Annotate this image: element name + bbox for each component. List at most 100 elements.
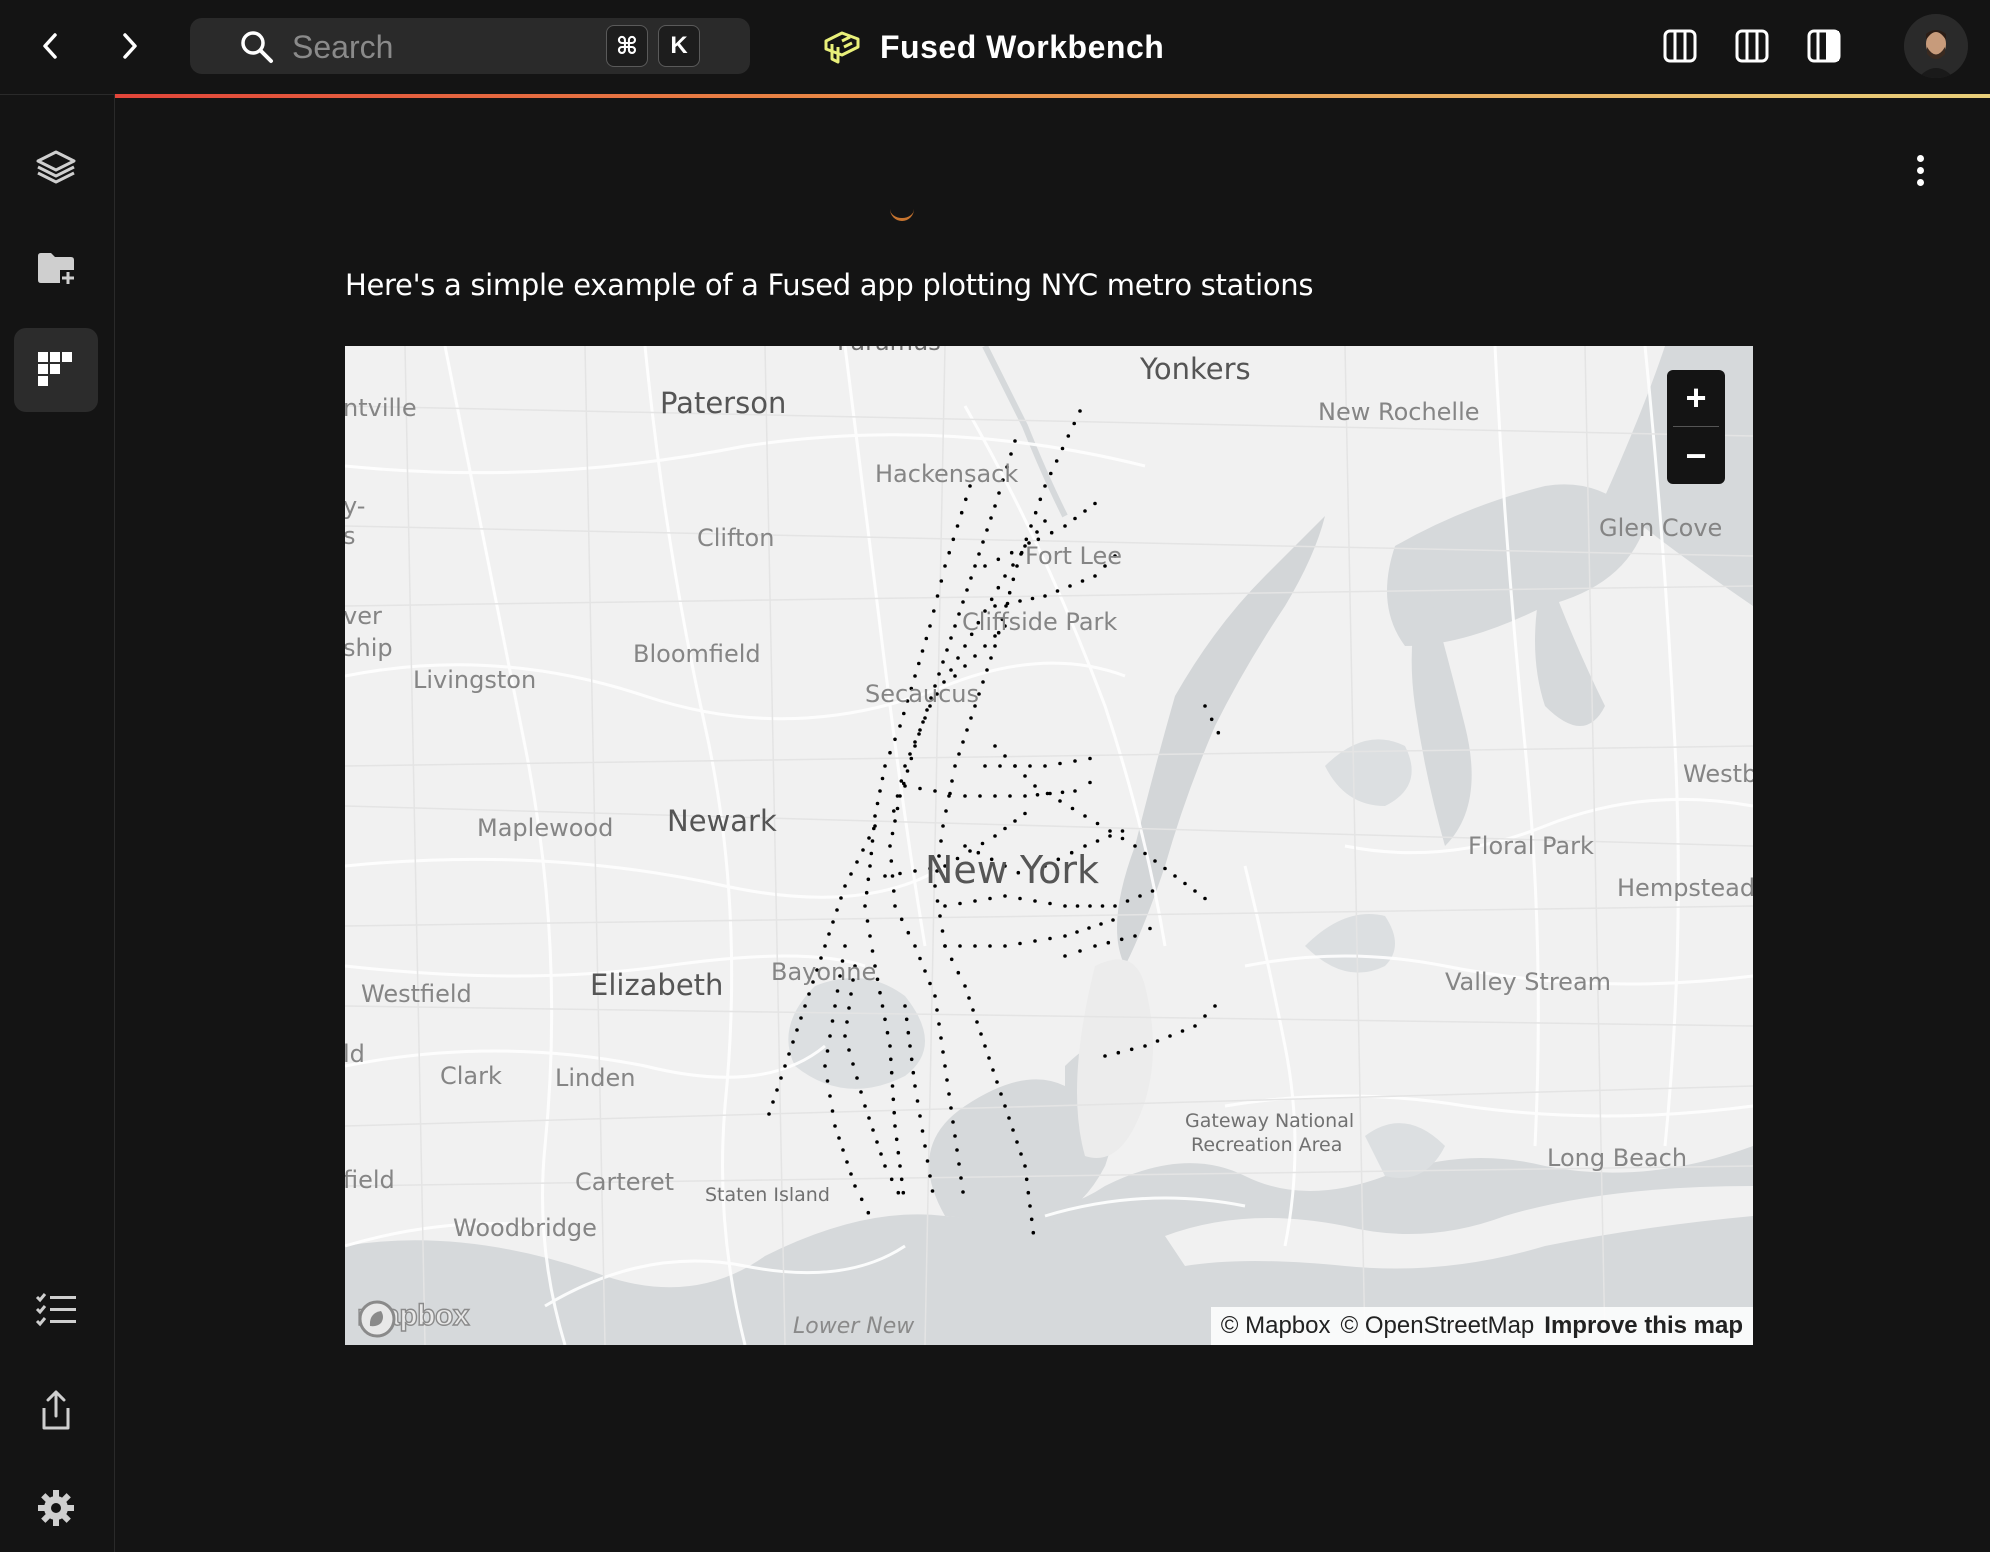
layout-split-panel-button[interactable] xyxy=(1732,26,1772,66)
station-marker xyxy=(935,1008,939,1012)
map-label-westb: Westb xyxy=(1683,760,1753,788)
station-marker xyxy=(993,644,997,648)
station-marker xyxy=(861,848,865,852)
station-marker xyxy=(898,871,902,876)
map-label-floral-park: Floral Park xyxy=(1468,832,1594,860)
station-marker xyxy=(1213,1004,1217,1008)
station-marker xyxy=(901,1190,906,1195)
station-marker xyxy=(1023,1164,1027,1168)
station-marker xyxy=(980,841,985,846)
zoom-out-button[interactable]: − xyxy=(1667,428,1725,484)
station-marker xyxy=(873,824,877,828)
station-marker xyxy=(981,680,985,684)
station-marker xyxy=(831,920,835,924)
station-marker xyxy=(913,740,917,744)
attribution-osm-link[interactable]: © OpenStreetMap xyxy=(1341,1312,1535,1340)
station-marker xyxy=(833,1004,837,1008)
station-marker xyxy=(892,889,896,893)
sidebar-item-tasks[interactable] xyxy=(14,1268,98,1352)
station-marker xyxy=(1095,839,1100,843)
app-brand: Fused Workbench xyxy=(822,22,1164,72)
station-marker xyxy=(945,1078,949,1082)
station-marker xyxy=(1035,793,1040,797)
map-label-new-rochelle: New Rochelle xyxy=(1318,398,1480,426)
station-marker xyxy=(889,1070,894,1075)
station-marker xyxy=(961,740,965,744)
station-marker xyxy=(843,944,847,948)
sidebar-item-apps[interactable] xyxy=(14,328,98,412)
station-marker xyxy=(1066,434,1071,438)
fused-logo-icon xyxy=(824,31,860,64)
map-label-glen-cove: Glen Cove xyxy=(1599,514,1723,542)
station-marker xyxy=(869,851,874,856)
back-button[interactable] xyxy=(25,25,75,67)
chevron-left-icon xyxy=(43,33,57,59)
station-marker xyxy=(870,839,875,843)
improve-map-link[interactable]: Improve this map xyxy=(1544,1312,1743,1340)
layout-left-panel-button[interactable] xyxy=(1660,26,1700,66)
search-bar[interactable]: ⌘ K xyxy=(190,18,750,74)
station-marker xyxy=(1063,934,1067,938)
station-marker xyxy=(944,809,948,813)
user-avatar[interactable] xyxy=(1904,14,1968,78)
more-options-button[interactable] xyxy=(1906,150,1934,190)
station-marker xyxy=(893,819,897,823)
station-marker xyxy=(964,497,968,502)
station-marker xyxy=(1138,894,1142,898)
station-marker xyxy=(1072,421,1076,426)
station-marker xyxy=(1023,794,1027,798)
station-marker xyxy=(895,806,900,811)
sidebar-item-add-folder[interactable] xyxy=(14,226,98,310)
station-marker xyxy=(1003,1104,1007,1108)
station-marker xyxy=(894,1137,899,1142)
station-marker xyxy=(917,661,921,666)
station-marker xyxy=(843,1034,847,1038)
search-input[interactable] xyxy=(290,26,554,68)
map-label-ver: ver xyxy=(345,602,382,630)
shortcut-cmd-key: ⌘ xyxy=(606,25,648,67)
sidebar-item-share[interactable] xyxy=(14,1368,98,1452)
station-marker xyxy=(1007,1116,1011,1120)
map-label-yonkers: Yonkers xyxy=(1140,352,1251,386)
station-marker xyxy=(879,1152,883,1156)
station-marker xyxy=(939,839,943,843)
station-marker xyxy=(913,674,917,678)
station-marker xyxy=(767,1112,771,1116)
map-label-field: field xyxy=(345,1166,395,1194)
station-marker xyxy=(965,588,969,592)
station-marker xyxy=(803,1004,807,1008)
station-marker xyxy=(1048,901,1052,906)
sidebar-item-settings[interactable] xyxy=(14,1466,98,1550)
station-marker xyxy=(847,1048,851,1052)
panel-layout-icon xyxy=(1663,29,1697,63)
station-marker xyxy=(859,1090,863,1094)
station-marker xyxy=(1116,1050,1121,1055)
attribution-mapbox-link[interactable]: © Mapbox xyxy=(1221,1312,1331,1340)
station-marker xyxy=(1024,1177,1029,1182)
layout-right-panel-button[interactable] xyxy=(1804,26,1844,66)
station-marker xyxy=(909,756,914,761)
forward-button[interactable] xyxy=(105,25,155,67)
mapbox-logo[interactable]: mapbox xyxy=(356,1298,470,1338)
station-marker xyxy=(918,956,922,961)
station-marker xyxy=(957,752,961,756)
station-marker xyxy=(1193,889,1197,893)
station-marker xyxy=(837,1136,841,1140)
station-marker xyxy=(849,872,853,876)
station-marker xyxy=(889,1057,893,1062)
mapbox-logo-icon xyxy=(358,1300,396,1338)
zoom-in-button[interactable]: + xyxy=(1667,370,1725,426)
station-marker xyxy=(913,1084,917,1088)
map-view[interactable]: Paramus Yonkers New Rochelle Paterson nt… xyxy=(345,346,1753,1345)
station-marker xyxy=(893,737,897,742)
station-marker xyxy=(883,764,887,768)
station-marker xyxy=(969,576,973,580)
sidebar-item-layers[interactable] xyxy=(14,126,98,210)
station-marker xyxy=(993,504,997,508)
station-marker xyxy=(989,597,994,602)
station-marker xyxy=(859,1197,864,1202)
station-marker xyxy=(983,644,987,648)
station-marker xyxy=(1033,510,1038,515)
station-marker xyxy=(1073,516,1077,521)
station-marker xyxy=(892,809,896,813)
